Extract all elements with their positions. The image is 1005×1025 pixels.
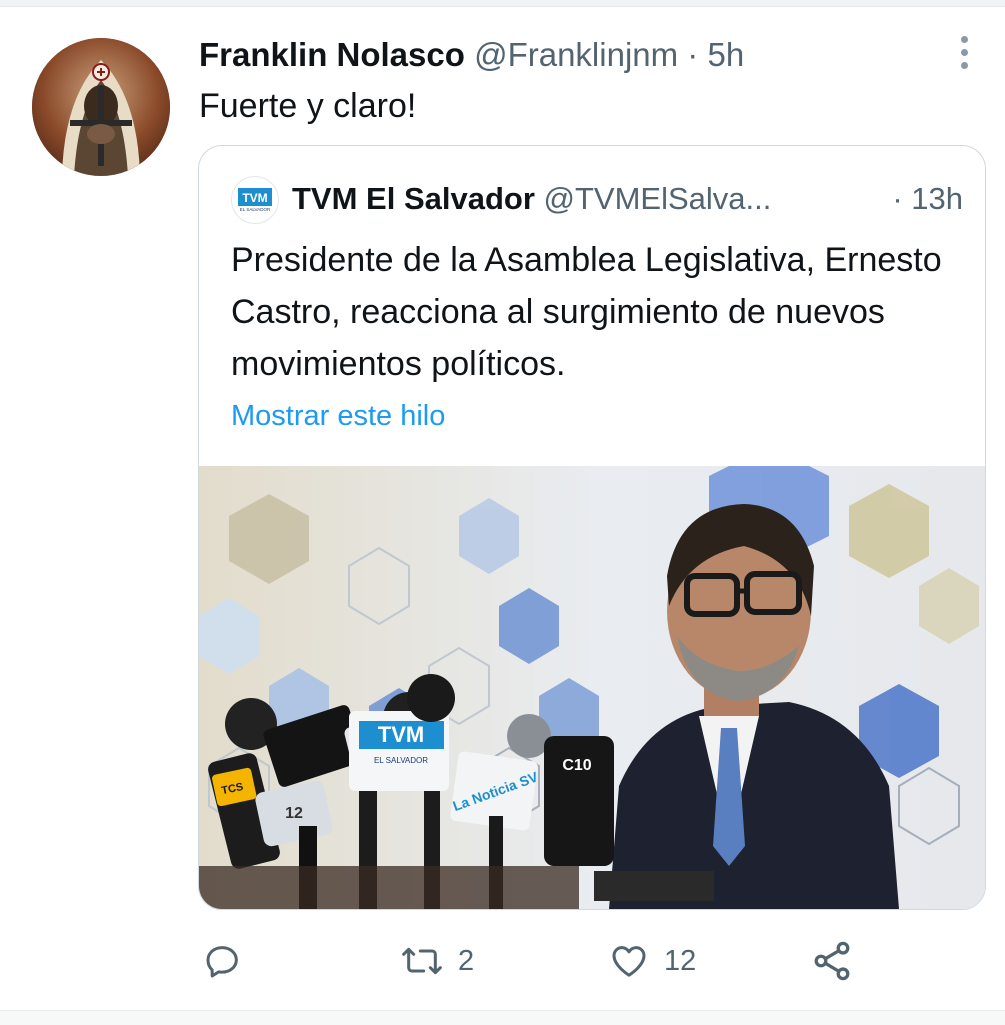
reply-icon: [206, 946, 238, 978]
mic-label-el-salvador: EL SALVADOR: [374, 756, 428, 765]
mic-label-12: 12: [285, 805, 303, 822]
quoted-time[interactable]: 13h: [911, 181, 963, 216]
separator-dot: ·: [687, 36, 699, 73]
more-options-icon[interactable]: [954, 36, 974, 72]
quoted-tweet-time[interactable]: · 13h: [892, 180, 963, 218]
author-handle[interactable]: @Franklinjnm: [474, 36, 678, 73]
bottom-divider: [0, 1010, 1005, 1025]
top-divider: [0, 0, 1005, 7]
like-button[interactable]: 12: [608, 935, 696, 987]
press-conference-photo: TVM EL SALVADOR La Noticia SV C10 12 TCS: [199, 446, 985, 909]
share-icon: [814, 941, 850, 981]
like-count: 12: [664, 944, 697, 977]
retweet-button[interactable]: 2: [400, 935, 474, 987]
tweet-header: Franklin Nolasco @Franklinjnm · 5h: [199, 36, 744, 74]
quoted-tweet-text: Presidente de la Asamblea Legislativa, E…: [231, 241, 942, 383]
heart-icon: [612, 946, 646, 977]
tweet-text: Fuerte y claro!: [199, 87, 417, 125]
retweet-icon: [402, 947, 442, 975]
share-button[interactable]: [810, 935, 854, 987]
tvm-logo-text: TVM: [242, 191, 267, 205]
author-avatar[interactable]: [32, 38, 170, 176]
tvm-logo-subtext: EL SALVADOR: [240, 207, 271, 212]
tweet-action-bar: 2 12: [0, 935, 1005, 995]
quoted-author-avatar[interactable]: TVM EL SALVADOR: [231, 176, 279, 224]
show-thread-link[interactable]: Mostrar este hilo: [231, 396, 445, 436]
reply-button[interactable]: [203, 935, 257, 987]
tweet-time[interactable]: 5h: [707, 36, 744, 73]
quoted-separator-dot: ·: [892, 181, 903, 216]
author-name[interactable]: Franklin Nolasco: [199, 36, 465, 73]
quoted-tweet-header: TVM El Salvador @TVMElSalva...: [292, 180, 771, 218]
author-avatar-image: [32, 38, 170, 176]
quoted-author-name[interactable]: TVM El Salvador: [292, 181, 535, 216]
quoted-tweet-card[interactable]: TVM EL SALVADOR TVM El Salvador @TVMElSa…: [198, 145, 986, 910]
retweet-count: 2: [458, 944, 475, 977]
quoted-tweet-photo[interactable]: TVM EL SALVADOR La Noticia SV C10 12 TCS: [199, 446, 985, 909]
quoted-author-handle[interactable]: @TVMElSalva...: [544, 181, 772, 216]
mic-label-c10: C10: [562, 757, 591, 774]
tvm-logo-icon: TVM EL SALVADOR: [238, 188, 272, 212]
mic-label-tvm: TVM: [378, 722, 424, 747]
